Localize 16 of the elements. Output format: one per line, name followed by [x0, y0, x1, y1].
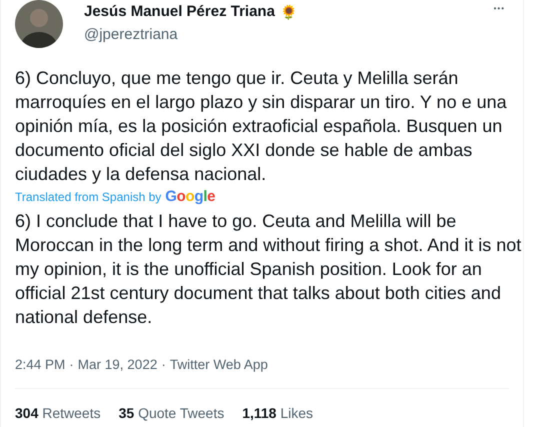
- avatar[interactable]: [15, 0, 63, 48]
- translated-text: 6) I conclude that I have to go. Ceuta and Melilla will be Moroccan in the long term and without firing a shot. And it is not my opinion, it is the unofficial Spanish position. Look for an official 21st century document that talks about both cities and national defense.: [15, 210, 522, 329]
- sunflower-emoji: 🌻: [280, 4, 297, 20]
- author-handle[interactable]: @jpereztriana: [84, 26, 297, 43]
- tweet-date[interactable]: Mar 19, 2022: [78, 357, 158, 372]
- separator-dot: ·: [69, 357, 74, 372]
- stat-link[interactable]: 35 Quote Tweets: [118, 405, 224, 421]
- tweet-source[interactable]: Twitter Web App: [170, 357, 268, 372]
- tweet-text: 6) Concluyo, que me tengo que ir. Ceuta y Melilla serán marroquíes en el largo plazo y sin disparar un tiro. Y no e una opinión mía, es la posición extraoficial española. Busquen un documento oficial del siglo XXI donde se hable de ambas ciudades y la defensa nacional.: [15, 67, 508, 186]
- separator-dot: ·: [161, 357, 166, 372]
- google-logo: Google: [165, 188, 216, 205]
- author-name[interactable]: Jesús Manuel Pérez Triana: [84, 3, 275, 20]
- stat-link[interactable]: 304 Retweets: [15, 405, 101, 421]
- stat-link[interactable]: 1,118 Likes: [242, 405, 314, 421]
- tweet-time[interactable]: 2:44 PM: [15, 357, 66, 372]
- more-button[interactable]: •••: [490, 2, 509, 15]
